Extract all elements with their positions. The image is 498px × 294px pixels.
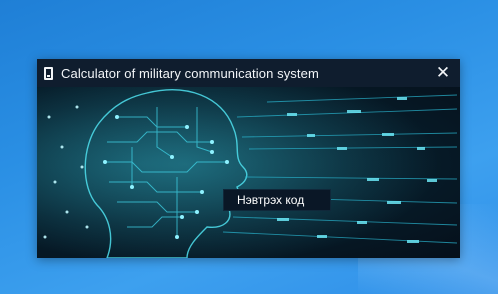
device-icon [44, 66, 53, 80]
window-title: Calculator of military communication sys… [61, 65, 319, 81]
circuit-head-illustration [37, 87, 460, 258]
ai-head-banner: Нэвтрэх код [37, 87, 460, 258]
app-window: Calculator of military communication sys… [37, 59, 460, 258]
code-label: Нэвтрэх код [223, 189, 331, 211]
title-bar[interactable]: Calculator of military communication sys… [37, 59, 460, 87]
close-button[interactable]: ✕ [430, 61, 456, 85]
